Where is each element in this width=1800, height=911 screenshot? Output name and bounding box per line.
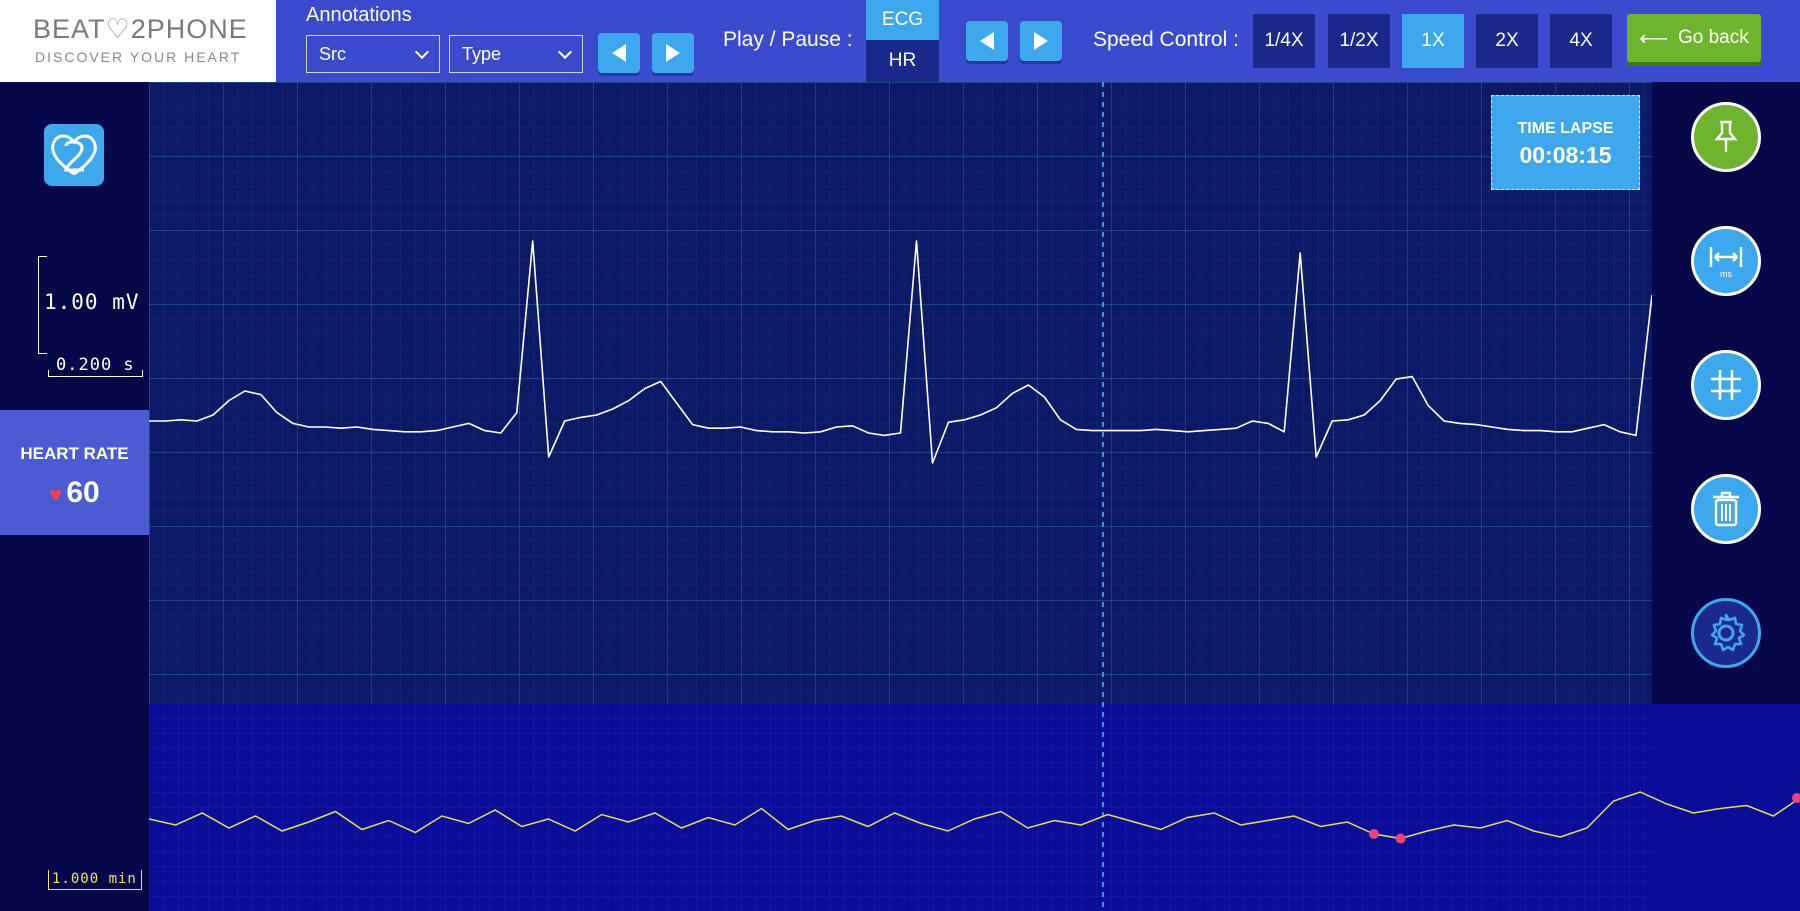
time-lapse-value: 00:08:15 (1519, 142, 1612, 168)
logo-title-part: BEAT (33, 14, 106, 44)
heart-rate-value: ♥ 60 (0, 476, 149, 510)
speed-2x-button[interactable]: 2X (1476, 14, 1538, 68)
pin-icon (1714, 120, 1738, 152)
src-select[interactable]: Src (306, 35, 440, 73)
delete-button[interactable] (1691, 474, 1761, 544)
chevron-down-icon (414, 44, 430, 60)
ecg-chart[interactable] (149, 82, 1800, 911)
hr-mode-button[interactable]: HR (866, 40, 939, 82)
hr-grid (149, 704, 1652, 911)
go-back-label: Go back (1677, 27, 1749, 48)
measure-button[interactable]: ms (1691, 226, 1761, 296)
playback-play-button[interactable] (1020, 21, 1062, 61)
src-select-value: Src (319, 44, 346, 64)
logo-heart-icon: ♡ (105, 14, 131, 44)
time-lapse-title: TIME LAPSE (1517, 120, 1614, 137)
triangle-right-icon (1034, 32, 1048, 50)
chevron-down-icon (557, 44, 573, 60)
logo-subtitle: DISCOVER YOUR HEART (35, 49, 242, 65)
logo[interactable]: BEAT♡2PHONE DISCOVER YOUR HEART (0, 0, 276, 82)
pin-button[interactable] (1691, 102, 1761, 172)
speed-1x-button[interactable]: 1X (1402, 14, 1464, 68)
logo-title-part: 2PHONE (130, 14, 248, 44)
heart-rate-title: HEART RATE (20, 444, 129, 463)
heart-icon: ♥ (49, 482, 63, 507)
logo-title: BEAT♡2PHONE (33, 14, 248, 45)
heart-rate-number: 60 (66, 476, 100, 509)
speed-4x-button[interactable]: 4X (1550, 14, 1612, 68)
time-scale-bar (48, 370, 143, 377)
measure-ms-label: ms (1720, 269, 1732, 279)
speed-half-button[interactable]: 1/2X (1328, 14, 1390, 68)
grid-icon (1711, 370, 1741, 400)
play-pause-label: Play / Pause : (723, 28, 853, 51)
top-toolbar: BEAT♡2PHONE DISCOVER YOUR HEART Annotati… (0, 0, 1800, 82)
trash-icon (1713, 491, 1739, 527)
time-lapse-box: TIME LAPSE 00:08:15 (1491, 95, 1640, 190)
annotation-prev-button[interactable] (598, 33, 640, 73)
speed-control-label: Speed Control : (1093, 28, 1239, 51)
hr-marker-point[interactable] (1395, 833, 1406, 844)
gear-icon (1710, 613, 1746, 652)
type-select-value: Type (462, 44, 502, 64)
voltage-scale-label: 1.00 mV (44, 290, 140, 314)
annotation-next-button[interactable] (652, 33, 694, 73)
hr-marker-point[interactable] (1368, 829, 1379, 839)
grid-button[interactable] (1691, 350, 1761, 420)
speed-quarter-button[interactable]: 1/4X (1253, 14, 1315, 68)
beat2phone-app-icon (44, 124, 104, 186)
ecg-grid-major (149, 82, 1652, 704)
type-select[interactable]: Type (449, 35, 583, 73)
triangle-right-icon (666, 44, 680, 62)
hr-window-scale-label: 1.000 min (52, 871, 137, 887)
heart-2-icon (51, 134, 97, 176)
arrow-left-icon: ⟵ (1639, 27, 1668, 50)
triangle-left-icon (980, 32, 994, 50)
go-back-button[interactable]: ⟵ Go back (1627, 14, 1761, 62)
measure-ms-icon: ms (1709, 247, 1743, 279)
heart-rate-panel: HEART RATE ♥ 60 (0, 410, 149, 535)
playback-back-button[interactable] (966, 21, 1008, 61)
ecg-mode-button[interactable]: ECG (866, 0, 939, 40)
triangle-left-icon (612, 44, 626, 62)
settings-button[interactable] (1691, 598, 1761, 668)
annotations-label: Annotations (306, 4, 412, 26)
